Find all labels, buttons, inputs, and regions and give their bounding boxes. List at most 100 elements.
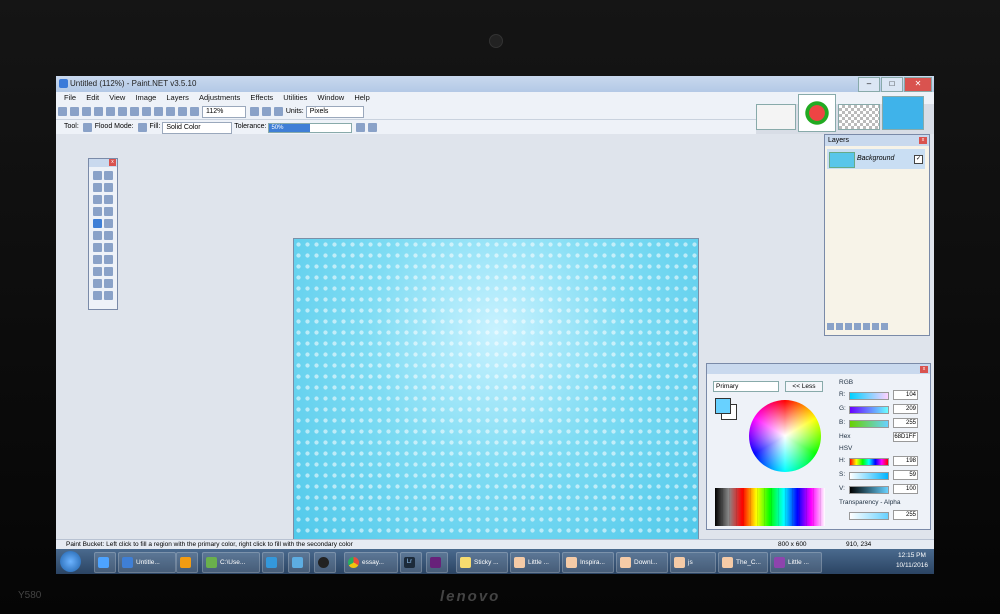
taskbar-visual-studio[interactable] [426,552,448,573]
taskbar-app-icon[interactable] [94,552,116,573]
blue-slider[interactable] [849,420,889,428]
zoom-field[interactable]: 112% [201,106,246,118]
lasso-icon[interactable] [93,183,102,192]
layer-row[interactable]: Background ✓ [827,149,925,169]
copy-icon[interactable] [118,107,127,116]
duplicate-layer-icon[interactable] [845,323,852,330]
red-value[interactable]: 104 [893,390,918,400]
deselect-icon[interactable] [154,107,163,116]
taskbar-github[interactable] [314,552,336,573]
layer-properties-icon[interactable] [881,323,888,330]
menu-view[interactable]: View [109,93,125,102]
line-icon[interactable] [104,267,113,276]
print-icon[interactable] [94,107,103,116]
menu-edit[interactable]: Edit [86,93,99,102]
tools-close-icon[interactable]: x [109,159,116,166]
maximize-button[interactable]: □ [881,77,903,92]
taskbar-item-the-c[interactable]: The_C... [718,552,768,573]
paste-icon[interactable] [130,107,139,116]
fill-select[interactable]: Solid Color [162,122,233,134]
colors-close-icon[interactable]: x [920,366,928,373]
layers-close-icon[interactable]: x [919,137,927,144]
menu-layers[interactable]: Layers [166,93,189,102]
color-picker-icon[interactable] [104,255,113,264]
cut-icon[interactable] [106,107,115,116]
blue-value[interactable]: 255 [893,418,918,428]
save-icon[interactable] [82,107,91,116]
primary-color-swatch[interactable] [715,398,731,414]
gradient-icon[interactable] [104,219,113,228]
menu-help[interactable]: Help [354,93,369,102]
less-button[interactable]: << Less [785,381,823,392]
hex-value[interactable]: 68D1FF [893,432,918,442]
taskbar-item-folder-inspira[interactable]: Inspira... [562,552,614,573]
menu-effects[interactable]: Effects [250,93,273,102]
layer-visibility-checkbox[interactable]: ✓ [914,155,923,164]
system-clock[interactable]: 12:15 PM 10/11/2016 [896,551,928,571]
move-icon[interactable] [104,171,113,180]
flood-mode-icon[interactable] [137,123,147,132]
recolor-icon[interactable] [93,255,102,264]
ellipse-select-icon[interactable] [93,195,102,204]
image-thumbnail-1[interactable] [756,104,796,130]
saturation-value[interactable]: 59 [893,470,918,480]
image-thumbnail-3[interactable] [838,104,880,130]
move-up-icon[interactable] [863,323,870,330]
taskbar-item-chrome[interactable]: essay... [344,552,398,573]
taskbar-item-explorer[interactable]: C:\Use... [202,552,260,573]
menu-window[interactable]: Window [318,93,345,102]
taskbar-item-sticky[interactable]: Sticky ... [456,552,508,573]
zoom-in-icon[interactable] [249,107,259,116]
image-thumbnail-2[interactable] [798,94,836,132]
paint-bucket-tool-icon[interactable] [93,219,102,228]
alpha-value[interactable]: 255 [893,510,918,520]
add-layer-icon[interactable] [827,323,834,330]
grid-icon[interactable] [261,107,271,116]
taskbar-item-js[interactable]: js [670,552,716,573]
color-mode-select[interactable]: Primary [713,381,779,392]
freeform-shape-icon[interactable] [104,291,113,300]
crop-icon[interactable] [142,107,151,116]
alpha-slider[interactable] [849,512,889,520]
hue-slider[interactable] [849,458,889,466]
image-thumbnail-4[interactable] [882,96,924,130]
image-canvas[interactable] [293,238,699,548]
open-icon[interactable] [70,107,79,116]
new-icon[interactable] [58,107,67,116]
red-slider[interactable] [849,392,889,400]
tolerance-slider[interactable]: 50% [268,123,353,133]
menu-utilities[interactable]: Utilities [283,93,307,102]
color-wheel[interactable] [749,400,821,472]
taskbar-app-3[interactable] [288,552,310,573]
taskbar-media-player[interactable] [176,552,198,573]
hue-value[interactable]: 198 [893,456,918,466]
color-palette[interactable] [715,488,825,526]
zoom-tool-icon[interactable] [104,195,113,204]
pan-icon[interactable] [104,207,113,216]
menu-adjustments[interactable]: Adjustments [199,93,240,102]
paintbrush-icon[interactable] [93,231,102,240]
taskbar-item-folder-little[interactable]: Little ... [510,552,560,573]
zoom-icon[interactable] [190,107,199,116]
delete-layer-icon[interactable] [836,323,843,330]
redo-icon[interactable] [178,107,187,116]
minimize-button[interactable]: – [858,77,880,92]
text-icon[interactable] [93,267,102,276]
taskbar-item-paintnet[interactable]: Untitle... [118,552,176,573]
menu-image[interactable]: Image [135,93,156,102]
saturation-slider[interactable] [849,472,889,480]
taskbar-app-2[interactable] [262,552,284,573]
green-slider[interactable] [849,406,889,414]
antialias-icon[interactable] [356,123,366,132]
merge-layer-icon[interactable] [854,323,861,330]
value-slider[interactable] [849,486,889,494]
units-select[interactable]: Pixels [305,106,364,118]
move-selection-icon[interactable] [104,183,113,192]
green-value[interactable]: 209 [893,404,918,414]
ellipse-icon[interactable] [93,291,102,300]
rectangle-select-icon[interactable] [93,171,102,180]
ruler-icon[interactable] [273,107,283,116]
undo-icon[interactable] [166,107,175,116]
taskbar-item-downloads[interactable]: Downl... [616,552,668,573]
rectangle-icon[interactable] [93,279,102,288]
